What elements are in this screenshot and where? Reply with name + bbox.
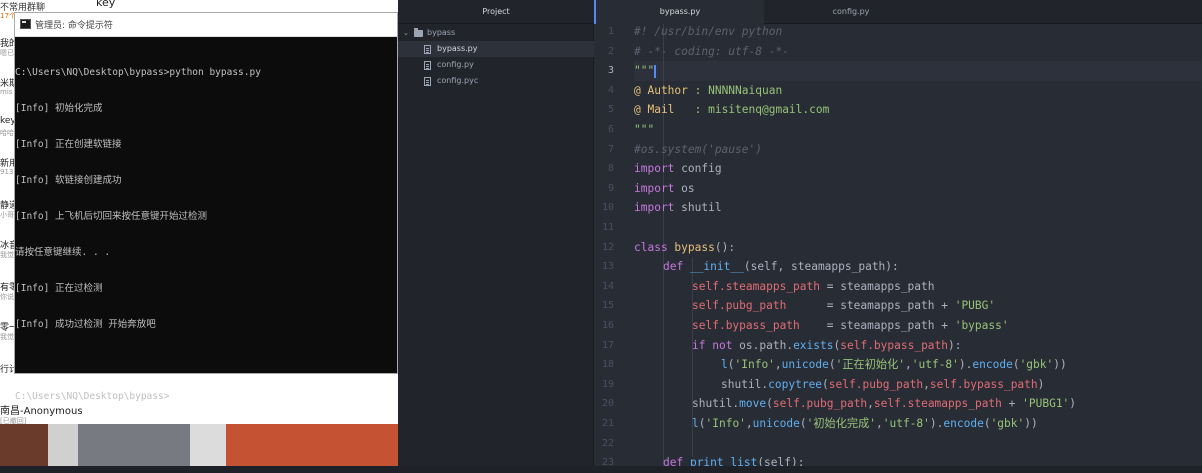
code-editor-window: Project ⌄ bypass bypass.py config.py con… (398, 0, 1202, 468)
line-number: 14 (601, 280, 614, 292)
desktop-wallpaper (0, 424, 398, 466)
code-line: self.bypass_path = steamapps_path + 'byp… (692, 319, 1009, 332)
line-number: 9 (607, 182, 614, 194)
tree-folder-bypass[interactable]: ⌄ bypass (398, 25, 594, 41)
line-number: 13 (601, 261, 614, 273)
cmd-line: [Info] 正在创建软链接 (15, 139, 122, 150)
file-text-icon (424, 45, 431, 54)
code-line: import shutil (634, 201, 722, 215)
text-cursor (654, 64, 656, 78)
editor-tab-bar: bypass.py config.py (594, 0, 1202, 24)
line-number: 12 (601, 241, 614, 253)
code-line: if not os.path.exists(self.bypass_path): (692, 338, 962, 352)
project-tree-panel: Project ⌄ bypass bypass.py config.py con… (398, 0, 594, 466)
line-number: 7 (607, 143, 614, 155)
code-line: """ (634, 123, 655, 136)
file-text-icon (424, 61, 431, 70)
code-line: self.steamapps_path = steamapps_path (692, 279, 935, 293)
code-line: import os (634, 181, 695, 195)
cmd-prompt-line: C:\Users\NQ\Desktop\bypass> (15, 391, 170, 402)
folder-icon (414, 28, 423, 37)
line-number: 23 (601, 457, 614, 469)
code-line: import config (634, 162, 722, 176)
tree-file-label: config.py (437, 60, 474, 69)
cmd-window-title: 管理员: 命令提示符 (35, 21, 113, 31)
cmd-line: [Info] 初始化完成 (15, 103, 103, 114)
chevron-down-icon: ⌄ (403, 29, 409, 37)
tab-bypass-py[interactable]: bypass.py (594, 0, 764, 24)
line-number: 4 (607, 84, 614, 96)
line-number: 16 (601, 320, 614, 331)
cmd-line: C:\Users\NQ\Desktop\bypass>python bypass… (15, 67, 261, 78)
line-number: 8 (607, 163, 614, 175)
code-line: @ Mail : misitenq@gmail.com (634, 103, 830, 117)
code-line: l('Info',unicode('正在初始化','utf-8').encode… (721, 358, 1067, 372)
code-line: @ Author : NNNNNaiquan (634, 83, 783, 97)
code-line: self.pubg_path = steamapps_path + 'PUBG' (692, 299, 996, 313)
line-number: 19 (601, 378, 614, 390)
line-number: 2 (607, 45, 614, 57)
tree-file-config-pyc[interactable]: config.pyc (398, 73, 594, 89)
code-line: #os.system('pause') (634, 142, 762, 156)
code-line: def __init__(self, steamapps_path): (663, 260, 899, 274)
line-number: 1 (607, 26, 614, 37)
line-number: 18 (601, 359, 614, 371)
line-number: 11 (601, 222, 614, 233)
line-number: 21 (601, 418, 614, 429)
code-line: class bypass(): (634, 240, 736, 254)
command-prompt-window[interactable]: 管理员: 命令提示符 C:\Users\NQ\Desktop\bypass>py… (14, 12, 398, 402)
line-number: 17 (601, 339, 614, 351)
line-number: 6 (607, 124, 614, 135)
cmd-line: [Info] 正在过检测 (15, 283, 103, 294)
tree-file-label: config.pyc (437, 76, 479, 85)
tree-folder-label: bypass (427, 28, 456, 37)
project-panel-title: Project (398, 0, 594, 24)
code-line: shutil.move(self.pubg_path,self.steamapp… (692, 397, 1077, 411)
code-line: shutil.copytree(self.pubg_path,self.bypa… (721, 377, 1045, 391)
tree-file-label: bypass.py (437, 44, 478, 53)
line-number: 10 (601, 202, 614, 214)
tree-file-bypass-py[interactable]: bypass.py (398, 41, 594, 57)
code-line: def print_list(self): (663, 456, 805, 466)
cmd-line: [Info] 上飞机后切回来按任意键开始过检测 (15, 211, 208, 222)
file-binary-icon (424, 77, 431, 86)
line-number: 15 (601, 300, 614, 312)
line-number: 20 (601, 398, 614, 410)
line-number: 22 (601, 437, 614, 449)
cmd-line (15, 355, 397, 367)
code-line: # -*- coding: utf-8 -*- (634, 44, 789, 58)
tab-config-py[interactable]: config.py (766, 0, 936, 24)
chat-header-title: key (96, 0, 116, 9)
cmd-line: [Info] 成功过检测 开始奔放吧 (15, 319, 156, 330)
code-line: #! /usr/bin/env python (634, 25, 783, 38)
cmd-title-bar[interactable]: 管理员: 命令提示符 (15, 13, 397, 37)
line-number: 5 (607, 104, 614, 116)
code-line: l('Info',unicode('初始化完成','utf-8').encode… (692, 417, 1038, 430)
code-area[interactable]: #! /usr/bin/env python # -*- coding: utf… (634, 24, 1202, 466)
tree-file-config-py[interactable]: config.py (398, 57, 594, 73)
cmd-line: 请按任意键继续. . . (15, 247, 111, 258)
line-number-current: 3 (607, 65, 614, 77)
line-number-gutter: 1 2 3 4 5 6 7 8 9 10 11 12 13 14 15 16 1… (594, 24, 632, 468)
code-line-current: """ (634, 64, 656, 78)
terminal-icon (20, 19, 31, 29)
cmd-output[interactable]: C:\Users\NQ\Desktop\bypass>python bypass… (15, 43, 397, 427)
cmd-line: [Info] 软链接创建成功 (15, 175, 122, 186)
